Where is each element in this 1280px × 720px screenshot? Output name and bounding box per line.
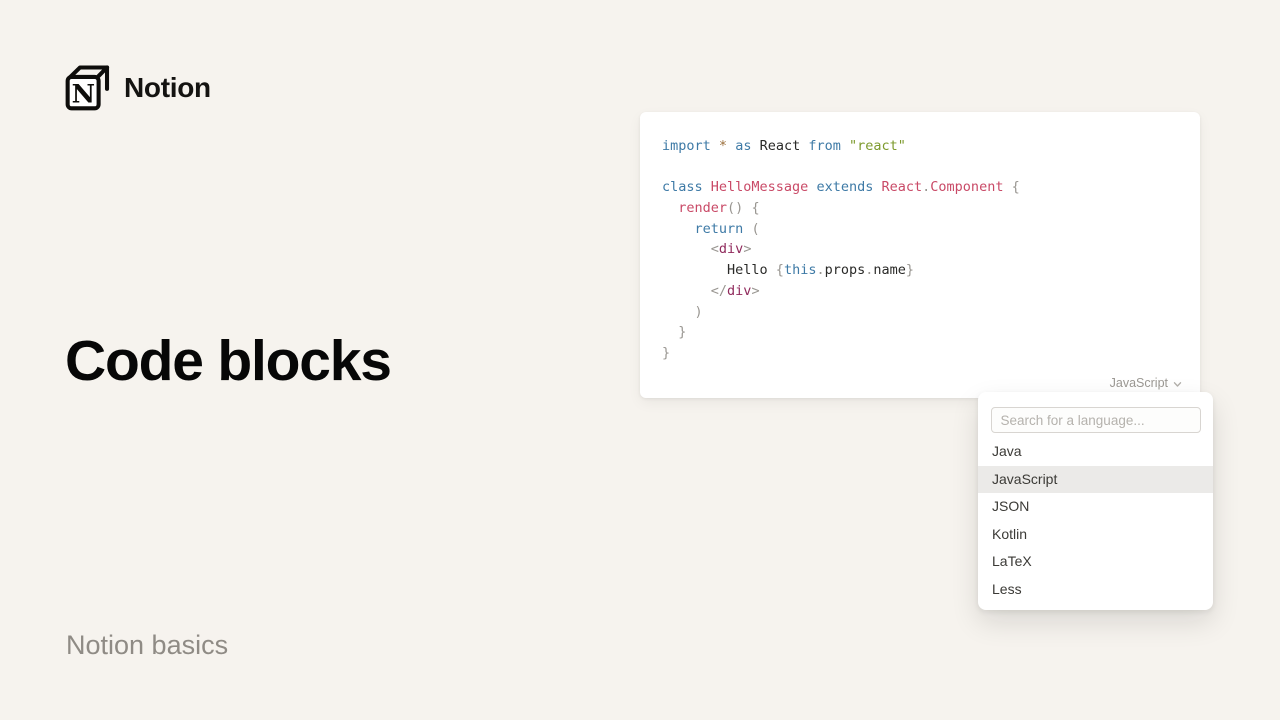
language-selector-label: JavaScript [1110,376,1168,390]
svg-text:N: N [72,80,95,110]
code-line: render() { [662,198,1190,219]
page-title: Code blocks [65,328,391,394]
language-option-javascript[interactable]: JavaScript [978,466,1213,494]
notion-logo-icon: N [65,63,111,113]
code-line: <div> [662,239,1190,260]
language-option-json[interactable]: JSON [978,493,1213,521]
code-block-card: import * as React from "react" class Hel… [640,112,1200,398]
code-line: } [662,322,1190,343]
code-line: Hello {this.props.name} [662,260,1190,281]
category-label: Notion basics [66,630,228,661]
code-content: import * as React from "react" class Hel… [662,136,1190,364]
brand-name: Notion [124,72,211,104]
code-line: </div> [662,281,1190,302]
language-selector-trigger[interactable]: JavaScript [1110,376,1183,390]
language-list: JavaJavaScriptJSONKotlinLaTeXLess [978,438,1213,604]
code-line [662,157,1190,178]
brand-lockup: N Notion [65,63,211,113]
language-option-kotlin[interactable]: Kotlin [978,521,1213,549]
code-line: } [662,343,1190,364]
language-option-latex[interactable]: LaTeX [978,548,1213,576]
language-search-input[interactable] [991,407,1201,433]
code-line: return ( [662,219,1190,240]
language-option-java[interactable]: Java [978,438,1213,466]
code-line: ) [662,302,1190,323]
code-line: import * as React from "react" [662,136,1190,157]
language-option-less[interactable]: Less [978,576,1213,604]
language-dropdown-menu: JavaJavaScriptJSONKotlinLaTeXLess [978,392,1213,610]
code-line: class HelloMessage extends React.Compone… [662,177,1190,198]
chevron-down-icon [1172,377,1183,390]
